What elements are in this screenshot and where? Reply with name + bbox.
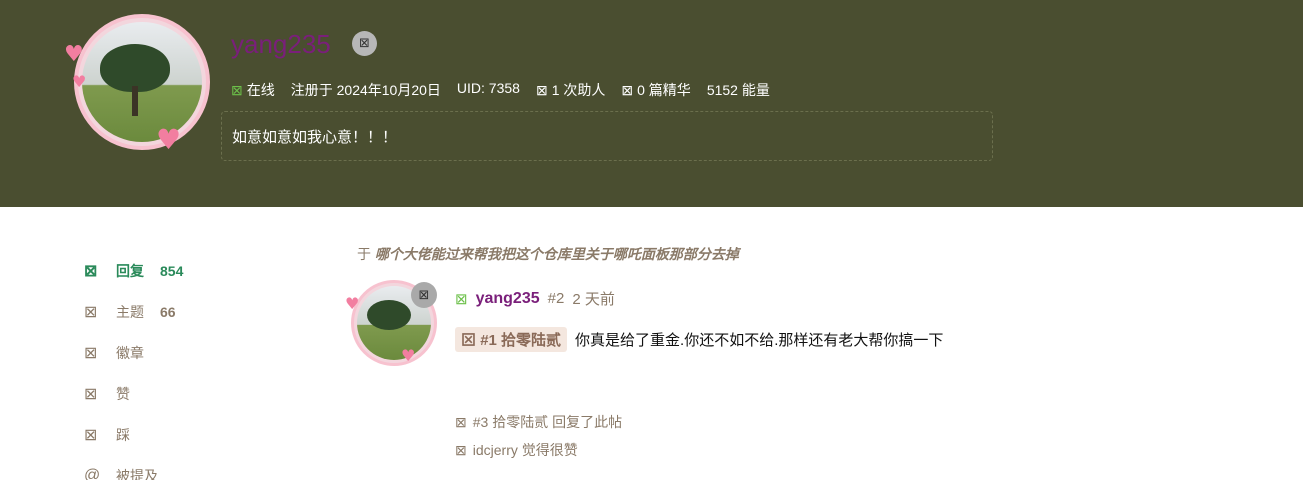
heart-decoration-icon: ♥ <box>72 72 87 91</box>
sidebar-item-label: 主题 <box>116 303 144 320</box>
online-label: 在线 <box>246 82 275 98</box>
activity-item[interactable]: ⊠ idcjerry 觉得很赞 <box>455 440 578 460</box>
sidebar-item-label: 被提及 <box>116 467 158 480</box>
heart-decoration-icon: ♥ <box>64 42 84 67</box>
thread-reference: 于 哪个大佬能过来帮我把这个仓库里关于哪吒面板那部分去掉 <box>357 244 739 264</box>
sidebar-item-label: 回复 <box>116 262 144 279</box>
heart-decoration-icon: ♥ <box>345 294 360 313</box>
reply-icon: ⊠ <box>461 332 477 349</box>
sidebar-item-label: 踩 <box>116 426 130 443</box>
online-status: ⊠ 在线 <box>231 80 275 100</box>
like-icon: ⊠ <box>455 442 467 458</box>
avatar-photo <box>82 22 202 142</box>
energy-count: 5152 能量 <box>706 82 770 98</box>
sidebar-item-dislikes[interactable]: ⊠ 踩 <box>84 414 284 455</box>
post-meta: ⊠ yang235 #2 2 天前 <box>455 288 615 309</box>
badge-icon: ⊠ <box>84 344 98 362</box>
sidebar-item-topics[interactable]: ⊠ 主题 66 <box>84 291 284 332</box>
post-body: ⊠ #1 拾零陆贰 你真是给了重金.你还不如不给.那样还有老大帮你搞一下 <box>455 327 943 352</box>
reply-icon: ⊠ <box>84 262 98 280</box>
activity-text: idcjerry 觉得很赞 <box>472 442 578 458</box>
profile-avatar[interactable]: ♥ ♥ ♥ <box>58 14 214 156</box>
thread-prefix: 于 <box>357 246 371 262</box>
post-time: 2 天前 <box>572 291 615 308</box>
reply-to-label: #1 拾零陆贰 <box>480 332 562 349</box>
sidebar-item-replies[interactable]: ⊠ 回复 854 <box>84 250 284 291</box>
post-avatar[interactable]: ⊠ ♥ ♥ <box>345 280 440 370</box>
reply-icon: ⊠ <box>455 414 467 430</box>
featured-label: 0 篇精华 <box>637 82 691 98</box>
heart-decoration-icon: ♥ <box>401 346 416 365</box>
reply-to-tag[interactable]: ⊠ #1 拾零陆贰 <box>455 327 568 352</box>
post-content: 你真是给了重金.你还不如不给.那样还有老大帮你搞一下 <box>575 332 944 349</box>
profile-sidebar: ⊠ 回复 854 ⊠ 主题 66 ⊠ 徽章 ⊠ 赞 ⊠ 踩 @ 被提及 <box>84 250 284 480</box>
sidebar-item-label: 赞 <box>116 385 130 402</box>
user-badge-icon[interactable]: ⊠ <box>352 31 377 56</box>
activity-item[interactable]: ⊠ #3 拾零陆贰 回复了此帖 <box>455 412 622 432</box>
registered-date: 注册于 2024年10月20日 <box>290 82 441 98</box>
profile-stats: ⊠ 在线 注册于 2024年10月20日 UID: 7358 ⊠ 1 次助人 ⊠ 0 … <box>231 80 770 100</box>
helped-count: ⊠ 1 次助人 <box>536 80 605 100</box>
sidebar-item-likes[interactable]: ⊠ 赞 <box>84 373 284 414</box>
sidebar-item-badges[interactable]: ⊠ 徽章 <box>84 332 284 373</box>
user-id: UID: 7358 <box>456 80 520 96</box>
sidebar-item-label: 徽章 <box>116 344 144 361</box>
activity-text: #3 拾零陆贰 回复了此帖 <box>472 414 623 430</box>
sidebar-item-mentions[interactable]: @ 被提及 <box>84 455 284 480</box>
featured-icon: ⊠ <box>621 82 634 98</box>
thread-title-link[interactable]: 哪个大佬能过来帮我把这个仓库里关于哪吒面板那部分去掉 <box>375 246 739 262</box>
at-icon: @ <box>84 466 101 480</box>
profile-bio: 如意如意如我心意！！！ <box>221 111 993 161</box>
helped-label: 1 次助人 <box>551 82 606 98</box>
helped-icon: ⊠ <box>535 82 548 98</box>
sidebar-item-count: 854 <box>160 262 184 279</box>
featured-count: ⊠ 0 篇精华 <box>621 80 690 100</box>
topic-icon: ⊠ <box>84 303 98 321</box>
sidebar-item-count: 66 <box>160 303 176 320</box>
like-icon: ⊠ <box>84 385 98 403</box>
profile-username[interactable]: yang235 <box>231 29 331 60</box>
user-badge-icon: ⊠ <box>411 282 437 308</box>
post-author-link[interactable]: yang235 <box>476 290 540 308</box>
dislike-icon: ⊠ <box>84 426 98 444</box>
online-icon: ⊠ <box>231 82 243 98</box>
post-floor-link[interactable]: #2 <box>548 290 565 307</box>
online-icon: ⊠ <box>455 290 468 308</box>
heart-decoration-icon: ♥ <box>156 123 182 156</box>
